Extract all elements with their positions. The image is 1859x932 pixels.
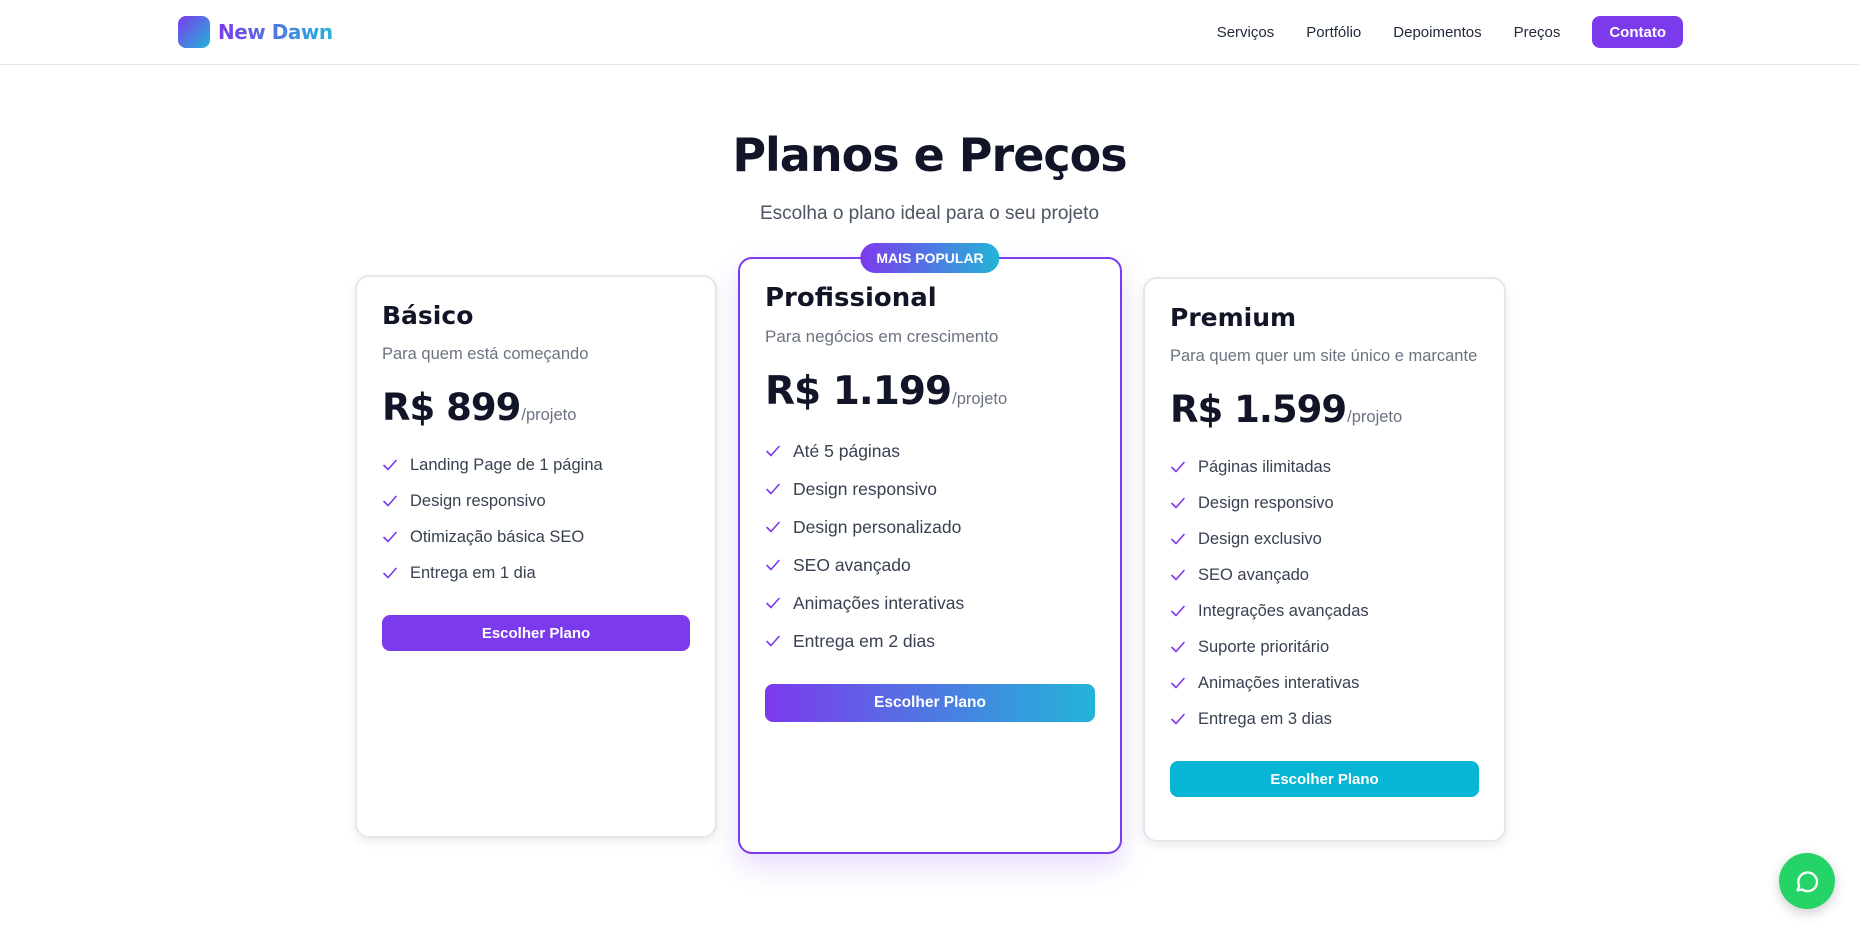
check-icon xyxy=(383,495,397,507)
check-icon xyxy=(766,635,780,647)
feature-item: Design exclusivo xyxy=(1170,521,1479,557)
plan-description: Para negócios em crescimento xyxy=(765,327,999,346)
feature-label: Entrega em 2 dias xyxy=(793,630,936,651)
check-icon xyxy=(766,483,780,495)
check-icon xyxy=(383,459,397,471)
check-icon xyxy=(766,597,780,609)
choose-plan-button-basico[interactable]: Escolher Plano xyxy=(382,615,690,651)
plan-price: R$ 899 xyxy=(382,386,521,429)
feature-item: Entrega em 3 dias xyxy=(1170,701,1479,737)
check-icon xyxy=(1171,533,1185,545)
nav-link-depoimentos[interactable]: Depoimentos xyxy=(1393,24,1481,41)
check-icon xyxy=(1171,497,1185,509)
check-icon xyxy=(1171,461,1185,473)
feature-item: Páginas ilimitadas xyxy=(1170,449,1479,485)
whatsapp-chat-icon xyxy=(1796,871,1819,893)
feature-item: Animações interativas xyxy=(765,584,1095,622)
pricing-title: Planos e Preços xyxy=(732,128,1127,182)
feature-list: Landing Page de 1 página Design responsiv… xyxy=(382,447,690,591)
check-icon xyxy=(383,531,397,543)
feature-label: Design responsivo xyxy=(793,478,937,499)
feature-item: Design personalizado xyxy=(765,508,1095,546)
check-icon xyxy=(1171,677,1185,689)
feature-label: SEO avançado xyxy=(793,554,911,575)
plan-name: Profissional xyxy=(765,283,937,313)
plan-name: Premium xyxy=(1170,303,1297,332)
plan-price: R$ 1.199 xyxy=(765,369,952,414)
site-header: New Dawn Serviços Portfólio Depoimentos … xyxy=(0,0,1859,65)
feature-label: Otimização básica SEO xyxy=(410,527,585,546)
check-icon xyxy=(766,445,780,457)
feature-label: Animações interativas xyxy=(1198,673,1360,692)
main-nav: Serviços Portfólio Depoimentos Preços Co… xyxy=(1185,16,1683,48)
whatsapp-chat-button[interactable] xyxy=(1779,853,1835,909)
check-icon xyxy=(1171,569,1185,581)
plan-name: Básico xyxy=(382,301,474,330)
logo-mark-icon xyxy=(178,16,210,48)
feature-label: SEO avançado xyxy=(1198,565,1309,584)
feature-item: Integrações avançadas xyxy=(1170,593,1479,629)
popular-badge: MAIS POPULAR xyxy=(860,243,1000,273)
feature-label: Integrações avançadas xyxy=(1198,601,1369,620)
feature-item: Animações interativas xyxy=(1170,665,1479,701)
pricing-subtitle: Escolha o plano ideal para o seu projeto xyxy=(759,203,1100,224)
feature-item: Design responsivo xyxy=(1170,485,1479,521)
check-icon xyxy=(383,567,397,579)
plan-card-premium: Premium Para quem quer um site único e m… xyxy=(1143,277,1506,842)
feature-item: Suporte prioritário xyxy=(1170,629,1479,665)
feature-label: Design personalizado xyxy=(793,516,962,537)
check-icon xyxy=(1171,641,1185,653)
brand-name: New Dawn xyxy=(218,20,333,44)
plan-description: Para quem está começando xyxy=(382,345,589,363)
price-period: /projeto xyxy=(952,390,1008,408)
feature-item: Até 5 páginas xyxy=(765,432,1095,470)
contact-button[interactable]: Contato xyxy=(1592,16,1683,48)
price-row: R$ 1.199 /projeto xyxy=(765,369,1095,414)
feature-label: Design responsivo xyxy=(1198,493,1334,512)
choose-plan-button-profissional[interactable]: Escolher Plano xyxy=(765,684,1095,722)
feature-label: Suporte prioritário xyxy=(1198,637,1330,656)
feature-item: Entrega em 1 dia xyxy=(382,555,690,591)
check-icon xyxy=(1171,713,1185,725)
nav-link-portfolio[interactable]: Portfólio xyxy=(1306,24,1361,41)
feature-item: SEO avançado xyxy=(1170,557,1479,593)
price-row: R$ 899 /projeto xyxy=(382,386,690,429)
feature-label: Landing Page de 1 página xyxy=(410,455,603,474)
feature-item: Design responsivo xyxy=(765,470,1095,508)
plan-card-profissional: MAIS POPULAR Profissional Para negócios … xyxy=(738,243,1122,854)
price-row: R$ 1.599 /projeto xyxy=(1170,388,1479,431)
feature-label: Design responsivo xyxy=(410,491,546,510)
brand-logo[interactable]: New Dawn xyxy=(178,16,333,48)
nav-link-servicos[interactable]: Serviços xyxy=(1217,24,1275,41)
feature-item: Entrega em 2 dias xyxy=(765,622,1095,660)
choose-plan-button-premium[interactable]: Escolher Plano xyxy=(1170,761,1479,797)
price-period: /projeto xyxy=(521,406,577,424)
check-icon xyxy=(766,559,780,571)
feature-item: Otimização básica SEO xyxy=(382,519,690,555)
plan-price: R$ 1.599 xyxy=(1170,388,1347,431)
feature-label: Até 5 páginas xyxy=(793,440,901,461)
nav-link-precos[interactable]: Preços xyxy=(1514,24,1561,41)
price-period: /projeto xyxy=(1347,408,1403,426)
feature-list: Páginas ilimitadas Design responsivo Desig… xyxy=(1170,449,1479,737)
feature-label: Animações interativas xyxy=(793,592,965,613)
check-icon xyxy=(766,521,780,533)
plan-card-basico: Básico Para quem está começando R$ 899 /… xyxy=(355,275,717,838)
feature-item: Landing Page de 1 página xyxy=(382,447,690,483)
feature-item: Design responsivo xyxy=(382,483,690,519)
feature-list: Até 5 páginas Design responsivo Design per… xyxy=(765,432,1095,660)
feature-item: SEO avançado xyxy=(765,546,1095,584)
check-icon xyxy=(1171,605,1185,617)
feature-label: Páginas ilimitadas xyxy=(1198,457,1331,476)
feature-label: Entrega em 3 dias xyxy=(1198,709,1332,728)
plan-description: Para quem quer um site único e marcante xyxy=(1170,347,1478,365)
feature-label: Entrega em 1 dia xyxy=(410,563,536,582)
feature-label: Design exclusivo xyxy=(1198,529,1322,548)
